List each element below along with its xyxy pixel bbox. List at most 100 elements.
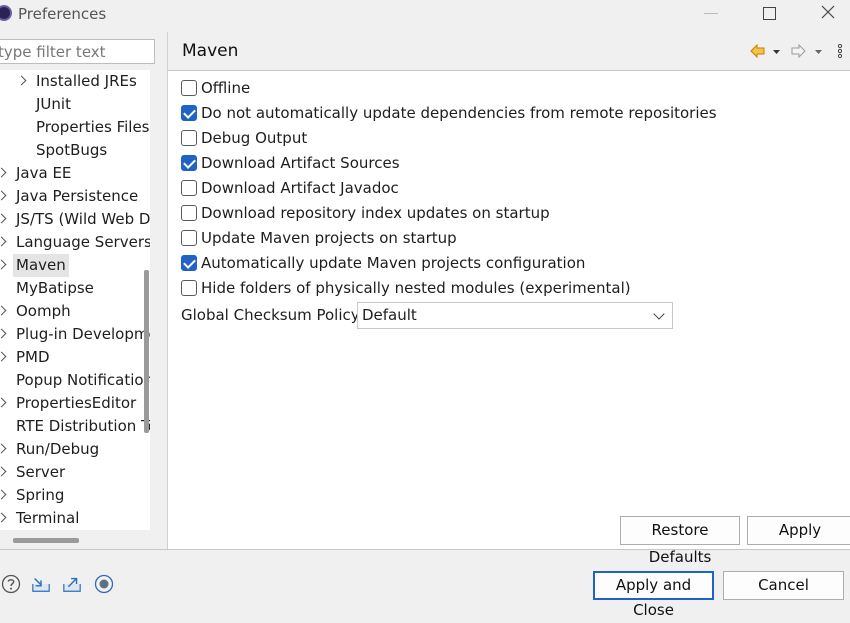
tree-item[interactable]: PMD: [0, 346, 150, 369]
chevron-right-icon[interactable]: [0, 512, 7, 523]
tree-item[interactable]: JUnit: [0, 93, 150, 116]
option-row[interactable]: Do not automatically update dependencies…: [181, 103, 781, 125]
filter-input[interactable]: [0, 39, 155, 64]
checkbox[interactable]: [181, 105, 197, 121]
tree-item[interactable]: Installed JREs: [0, 70, 150, 93]
forward-icon[interactable]: [791, 44, 827, 58]
option-row[interactable]: Update Maven projects on startup: [181, 228, 781, 250]
chevron-right-icon[interactable]: [0, 489, 7, 500]
title-bar: Preferences: [0, 0, 850, 30]
tree-item-label: JS/TS (Wild Web Developer): [16, 210, 150, 228]
tree-item-label: Oomph: [16, 302, 71, 320]
option-row[interactable]: Debug Output: [181, 128, 781, 150]
tree-item[interactable]: Spring: [0, 484, 150, 507]
back-icon[interactable]: [750, 44, 780, 58]
help-icon[interactable]: [1, 574, 21, 594]
chevron-right-icon[interactable]: [0, 466, 7, 477]
checkbox[interactable]: [181, 205, 197, 221]
option-row[interactable]: Download repository index updates on sta…: [181, 203, 781, 225]
tree-item-label: PMD: [16, 348, 50, 366]
record-icon[interactable]: [94, 574, 114, 594]
cancel-button[interactable]: Cancel: [723, 571, 844, 600]
apply-button[interactable]: Apply: [747, 516, 850, 545]
tree-item[interactable]: Oomph: [0, 300, 150, 323]
minimize-icon[interactable]: [704, 13, 718, 14]
page-title: Maven: [182, 41, 239, 61]
chevron-right-icon[interactable]: [0, 397, 7, 408]
checkbox[interactable]: [181, 230, 197, 246]
tree-item[interactable]: Properties Files Editor: [0, 116, 150, 139]
tree-item-label: Terminal: [16, 509, 80, 527]
tree-item-label: Server: [16, 463, 66, 481]
tree-item-label: Popup Notifications: [16, 371, 150, 389]
checksum-policy-select[interactable]: Default: [357, 302, 673, 329]
tree-item[interactable]: SpotBugs: [0, 139, 150, 162]
tree-vertical-scrollbar[interactable]: [144, 270, 149, 433]
checkbox[interactable]: [181, 180, 197, 196]
chevron-right-icon[interactable]: [0, 443, 7, 454]
checkbox[interactable]: [181, 130, 197, 146]
tree-item-label: Installed JREs: [36, 72, 137, 90]
chevron-right-icon[interactable]: [16, 75, 27, 86]
option-label: Do not automatically update dependencies…: [201, 104, 717, 122]
tree-item-label: Run/Debug: [16, 440, 100, 458]
eclipse-app-icon: [0, 5, 12, 21]
chevron-right-icon[interactable]: [0, 236, 7, 247]
tree-item[interactable]: MyBatipse: [0, 277, 150, 300]
window-title: Preferences: [18, 5, 107, 23]
option-label: Automatically update Maven projects conf…: [201, 254, 586, 272]
preference-tree[interactable]: Installed JREs JUnit Properties Files Edit…: [0, 70, 150, 530]
checkbox[interactable]: [181, 255, 197, 271]
option-row[interactable]: Automatically update Maven projects conf…: [181, 253, 781, 275]
restore-defaults-button[interactable]: Restore Defaults: [620, 516, 740, 566]
tree-item[interactable]: RTE Distribution Tool: [0, 415, 150, 438]
option-row[interactable]: Download Artifact Javadoc: [181, 178, 781, 200]
tree-item-label: Maven: [13, 254, 69, 277]
tree-item[interactable]: Plug-in Development: [0, 323, 150, 346]
footer-separator: [0, 549, 850, 550]
option-label: Download repository index updates on sta…: [201, 204, 550, 222]
tree-item-label: Properties Files Editor: [36, 118, 150, 136]
import-icon[interactable]: [31, 574, 51, 594]
tree-item-label: Java EE: [16, 164, 72, 182]
tree-item-label: SpotBugs: [36, 141, 108, 159]
checkbox[interactable]: [181, 280, 197, 296]
chevron-right-icon[interactable]: [0, 259, 7, 270]
checkbox[interactable]: [181, 155, 197, 171]
option-label: Debug Output: [201, 129, 308, 147]
checksum-policy-value: Default: [362, 306, 417, 324]
chevron-right-icon[interactable]: [0, 167, 7, 178]
option-label: Update Maven projects on startup: [201, 229, 457, 247]
option-row[interactable]: Hide folders of physically nested module…: [181, 278, 781, 300]
checkbox[interactable]: [181, 80, 197, 96]
tree-item[interactable]: Terminal: [0, 507, 150, 530]
tree-item[interactable]: Maven: [0, 254, 150, 277]
maximize-icon[interactable]: [763, 7, 776, 20]
option-row[interactable]: Offline: [181, 78, 781, 100]
chevron-right-icon[interactable]: [0, 190, 7, 201]
chevron-right-icon[interactable]: [0, 328, 7, 339]
tree-item[interactable]: Language Servers: [0, 231, 150, 254]
tree-item-label: MyBatipse: [16, 279, 94, 297]
view-menu-icon[interactable]: [836, 44, 844, 58]
close-icon[interactable]: [820, 4, 836, 20]
tree-item[interactable]: Popup Notifications: [0, 369, 150, 392]
tree-item-label: RTE Distribution Tool: [16, 417, 150, 435]
chevron-right-icon[interactable]: [0, 351, 7, 362]
option-label: Download Artifact Javadoc: [201, 179, 399, 197]
tree-item-label: Java Persistence: [16, 187, 139, 205]
option-row[interactable]: Download Artifact Sources: [181, 153, 781, 175]
tree-item[interactable]: Run/Debug: [0, 438, 150, 461]
chevron-right-icon[interactable]: [0, 305, 7, 316]
tree-item-label: JUnit: [36, 95, 71, 113]
tree-item[interactable]: Java EE: [0, 162, 150, 185]
export-icon[interactable]: [62, 574, 82, 594]
option-label: Download Artifact Sources: [201, 154, 400, 172]
tree-item[interactable]: JS/TS (Wild Web Developer): [0, 208, 150, 231]
tree-item[interactable]: PropertiesEditor: [0, 392, 150, 415]
chevron-right-icon[interactable]: [0, 213, 7, 224]
tree-item[interactable]: Server: [0, 461, 150, 484]
tree-horizontal-scrollbar[interactable]: [13, 538, 79, 543]
tree-item[interactable]: Java Persistence: [0, 185, 150, 208]
apply-and-close-button[interactable]: Apply and Close: [593, 571, 714, 619]
